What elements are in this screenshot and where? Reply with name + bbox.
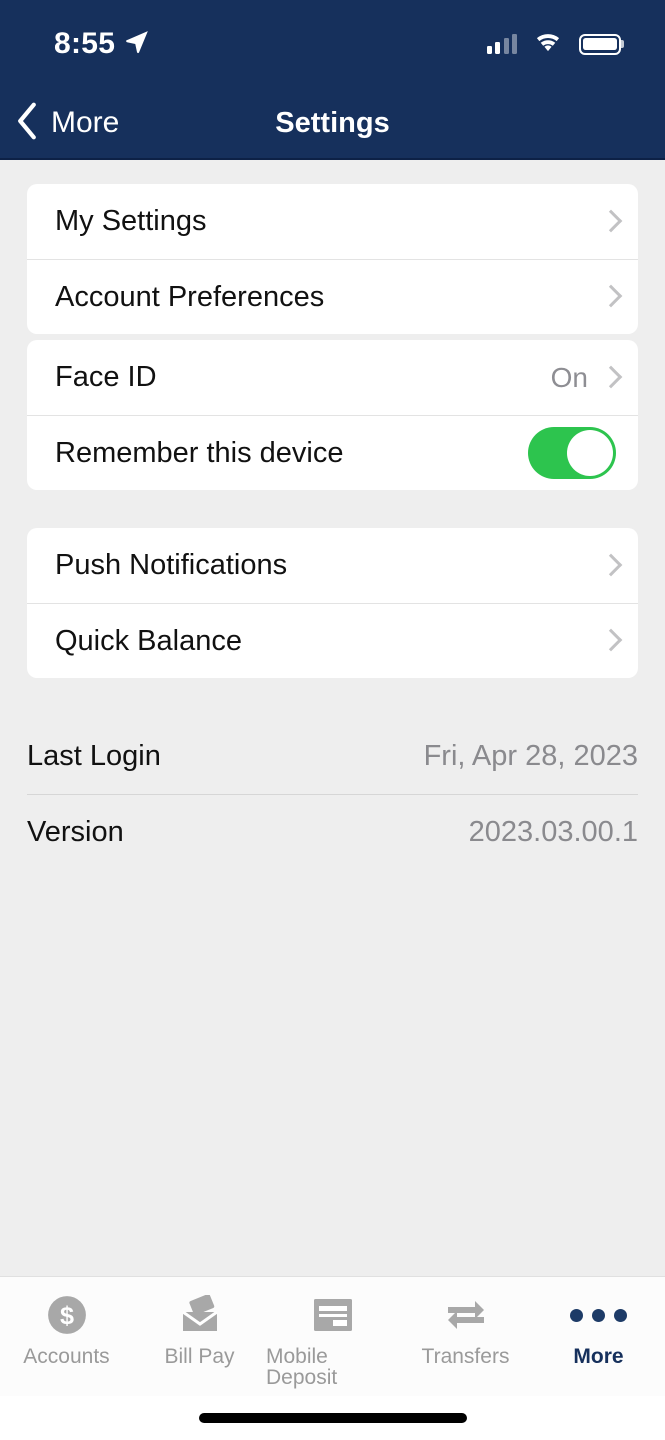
info-row-last-login: Last Login Fri, Apr 28, 2023 <box>27 718 638 794</box>
settings-row-quick-balance[interactable]: Quick Balance <box>27 603 638 678</box>
cellular-signal-icon <box>486 34 517 54</box>
settings-row-label: Push Notifications <box>55 549 288 581</box>
svg-text:$: $ <box>59 1302 73 1330</box>
chevron-right-icon <box>602 629 616 653</box>
dollar-coin-icon: $ <box>46 1293 88 1337</box>
settings-row-face-id[interactable]: Face ID On <box>27 340 638 415</box>
wifi-icon <box>533 31 563 58</box>
info-section: Last Login Fri, Apr 28, 2023 Version 202… <box>27 678 638 870</box>
app-screen: 8:55 More Settings My Settings Account P… <box>0 0 665 1440</box>
settings-content: My Settings Account Preferences Face ID … <box>0 160 665 1276</box>
settings-row-my-settings[interactable]: My Settings <box>27 184 638 259</box>
face-id-value: On <box>550 361 588 393</box>
chevron-left-icon <box>16 102 38 145</box>
settings-row-label: Account Preferences <box>55 280 325 313</box>
bottom-tab-bar: $ Accounts Bill Pay Mobile Deposit Trans… <box>0 1276 665 1396</box>
info-row-label: Version <box>27 816 124 848</box>
tab-label: Transfers <box>421 1345 510 1368</box>
tab-more[interactable]: More <box>532 1293 665 1367</box>
envelope-check-icon <box>178 1293 222 1337</box>
ellipsis-icon <box>570 1293 627 1337</box>
status-bar: 8:55 <box>0 0 665 88</box>
remember-device-toggle[interactable] <box>528 427 616 479</box>
info-row-value: Fri, Apr 28, 2023 <box>423 739 638 772</box>
back-button-label: More <box>51 106 120 139</box>
status-bar-left: 8:55 <box>54 29 150 60</box>
back-button[interactable]: More <box>0 102 119 145</box>
info-row-value: 2023.03.00.1 <box>468 816 638 848</box>
tab-label: Accounts <box>23 1345 110 1368</box>
settings-row-label: Remember this device <box>55 436 344 469</box>
transfer-arrows-icon <box>444 1293 488 1337</box>
chevron-right-icon <box>602 285 616 309</box>
battery-full-icon <box>579 33 621 55</box>
tab-bill-pay[interactable]: Bill Pay <box>133 1293 266 1367</box>
tab-label: More <box>573 1345 624 1368</box>
settings-row-push-notifications[interactable]: Push Notifications <box>27 528 638 603</box>
home-indicator <box>0 1396 665 1440</box>
chevron-right-icon <box>602 554 616 578</box>
tab-label: Mobile Deposit <box>266 1345 338 1389</box>
tab-transfers[interactable]: Transfers <box>399 1293 532 1367</box>
settings-row-account-preferences[interactable]: Account Preferences <box>27 259 638 334</box>
chevron-right-icon <box>602 366 616 390</box>
status-bar-right <box>486 31 621 58</box>
settings-group-3: Push Notifications Quick Balance <box>27 528 638 678</box>
settings-row-remember-device[interactable]: Remember this device <box>27 415 638 490</box>
chevron-right-icon <box>602 210 616 234</box>
location-arrow-icon <box>124 29 150 60</box>
settings-group-2: Face ID On Remember this device <box>27 340 638 490</box>
info-row-version: Version 2023.03.00.1 <box>27 794 638 870</box>
info-row-label: Last Login <box>27 739 161 772</box>
settings-row-label: Face ID <box>55 361 157 393</box>
settings-row-label: My Settings <box>55 205 207 237</box>
tab-accounts[interactable]: $ Accounts <box>0 1293 133 1367</box>
check-deposit-icon <box>312 1293 354 1337</box>
settings-group-1: My Settings Account Preferences <box>27 184 638 334</box>
toggle-knob <box>567 430 613 476</box>
tab-mobile-deposit[interactable]: Mobile Deposit <box>266 1293 399 1388</box>
settings-row-label: Quick Balance <box>55 624 242 657</box>
navigation-bar: More Settings <box>0 88 665 160</box>
tab-label: Bill Pay <box>164 1345 235 1368</box>
status-bar-time: 8:55 <box>54 27 116 60</box>
